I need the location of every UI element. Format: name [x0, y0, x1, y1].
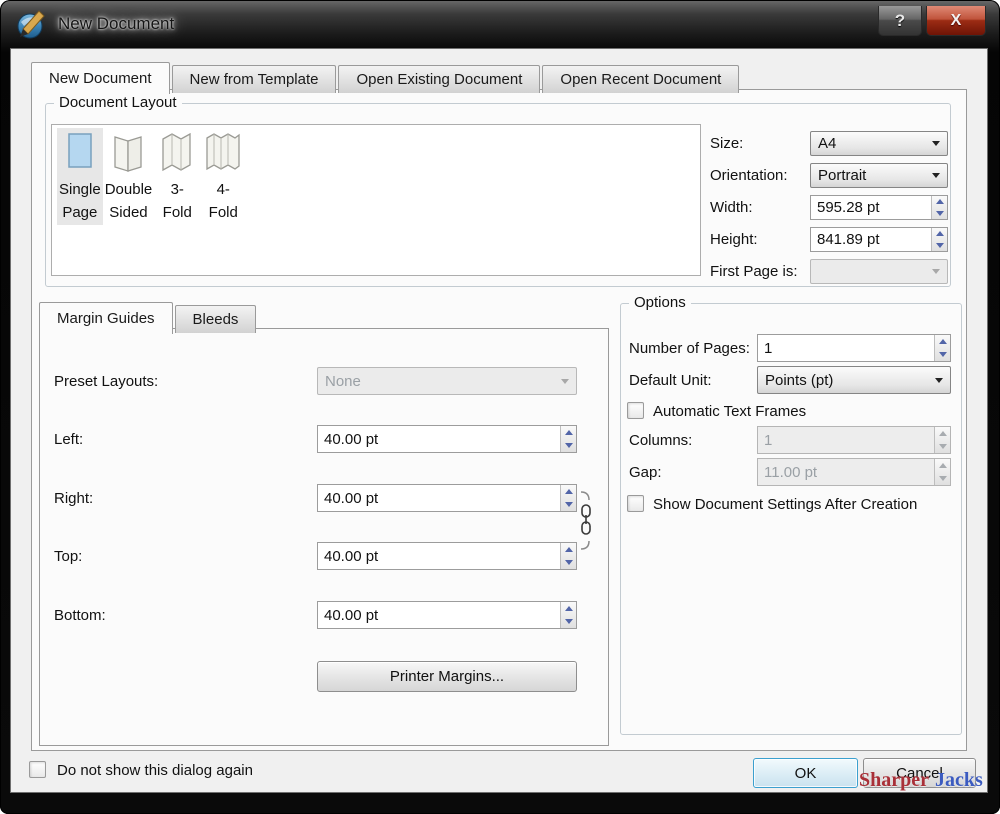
height-label: Height:: [710, 231, 810, 248]
spin-up-icon: [935, 427, 950, 440]
top-margin-label: Top:: [54, 548, 82, 565]
help-button[interactable]: ?: [878, 6, 922, 36]
spin-down-icon[interactable]: [561, 556, 576, 569]
tab-open-existing-document[interactable]: Open Existing Document: [338, 65, 540, 93]
preset-layouts-label: Preset Layouts:: [54, 373, 158, 390]
spin-up-icon[interactable]: [932, 228, 947, 240]
dialog-client-area: New Document New from Template Open Exis…: [10, 48, 988, 793]
ok-button[interactable]: OK: [753, 758, 858, 788]
gap-spinbox: 11.00 pt: [757, 458, 951, 486]
top-margin-spinbox[interactable]: 40.00 pt: [317, 542, 577, 570]
preset-layouts-combo: None: [317, 367, 577, 395]
title-bar[interactable]: New Document ? X: [0, 0, 1000, 48]
spin-down-icon[interactable]: [561, 498, 576, 511]
chevron-down-icon: [935, 378, 943, 383]
right-margin-label: Right:: [54, 490, 93, 507]
main-tab-bar: New Document New from Template Open Exis…: [31, 62, 741, 93]
left-margin-label: Left:: [54, 431, 83, 448]
tab-margin-guides[interactable]: Margin Guides: [39, 302, 173, 334]
chevron-down-icon: [561, 379, 569, 384]
first-page-label: First Page is:: [710, 263, 810, 280]
spin-up-icon[interactable]: [935, 335, 950, 348]
options-group: Options Number of Pages: 1 Default Unit:…: [620, 303, 962, 735]
default-unit-label: Default Unit:: [629, 372, 712, 389]
chevron-down-icon: [932, 141, 940, 146]
size-label: Size:: [710, 135, 810, 152]
spin-up-icon[interactable]: [561, 602, 576, 615]
document-layout-legend: Document Layout: [54, 94, 182, 111]
scribus-app-icon: [16, 10, 48, 40]
orientation-label: Orientation:: [710, 167, 810, 184]
document-layout-group: Document Layout Single Page: [45, 103, 951, 287]
close-icon: X: [951, 12, 962, 30]
layout-item-3-fold[interactable]: 3- Fold: [154, 128, 200, 225]
tab-new-from-template[interactable]: New from Template: [172, 65, 337, 93]
spin-up-icon[interactable]: [932, 196, 947, 208]
dialog-window: New Document ? X New Document New from T…: [0, 0, 1000, 814]
default-unit-combo[interactable]: Points (pt): [757, 366, 951, 394]
link-margins-icon[interactable]: [577, 489, 595, 553]
automatic-text-frames-label: Automatic Text Frames: [653, 403, 806, 420]
spin-down-icon[interactable]: [561, 439, 576, 452]
close-button[interactable]: X: [926, 6, 986, 36]
three-fold-icon: [156, 129, 198, 179]
bottom-margin-label: Bottom:: [54, 607, 106, 624]
options-legend: Options: [629, 294, 691, 311]
show-document-settings-label: Show Document Settings After Creation: [653, 496, 917, 513]
margin-guides-panel: Preset Layouts: None Left: 40.00 pt Righ…: [39, 328, 609, 746]
size-combo[interactable]: A4: [810, 131, 948, 156]
width-label: Width:: [710, 199, 810, 216]
dont-show-again-label: Do not show this dialog again: [57, 762, 253, 779]
spin-down-icon[interactable]: [561, 615, 576, 628]
tab-new-document[interactable]: New Document: [31, 62, 170, 94]
number-of-pages-label: Number of Pages:: [629, 340, 750, 357]
new-document-tab-panel: Document Layout Single Page: [31, 89, 967, 751]
layout-item-single-page[interactable]: Single Page: [57, 128, 103, 225]
window-title: New Document: [58, 14, 174, 34]
left-margin-spinbox[interactable]: 40.00 pt: [317, 425, 577, 453]
layout-item-4-fold[interactable]: 4- Fold: [200, 128, 246, 225]
spin-up-icon: [935, 459, 950, 472]
right-margin-spinbox[interactable]: 40.00 pt: [317, 484, 577, 512]
height-spinbox[interactable]: 841.89 pt: [810, 227, 948, 252]
spin-down-icon[interactable]: [935, 348, 950, 361]
automatic-text-frames-checkbox[interactable]: [627, 402, 644, 419]
chevron-down-icon: [932, 173, 940, 178]
number-of-pages-spinbox[interactable]: 1: [757, 334, 951, 362]
spin-up-icon[interactable]: [561, 543, 576, 556]
spin-up-icon[interactable]: [561, 485, 576, 498]
help-icon: ?: [895, 11, 905, 31]
spin-down-icon: [935, 472, 950, 485]
spin-down-icon[interactable]: [932, 240, 947, 252]
page-layout-list: Single Page Double Sided: [51, 124, 701, 276]
width-spinbox[interactable]: 595.28 pt: [810, 195, 948, 220]
bottom-margin-spinbox[interactable]: 40.00 pt: [317, 601, 577, 629]
show-document-settings-checkbox[interactable]: [627, 495, 644, 512]
four-fold-icon: [202, 129, 244, 179]
layout-item-double-sided[interactable]: Double Sided: [103, 128, 155, 225]
cancel-button[interactable]: Cancel: [863, 758, 976, 788]
printer-margins-button[interactable]: Printer Margins...: [317, 661, 577, 692]
chevron-down-icon: [932, 269, 940, 274]
margin-tab-bar: Margin Guides Bleeds: [39, 302, 258, 333]
spin-up-icon[interactable]: [561, 426, 576, 439]
tab-open-recent-document[interactable]: Open Recent Document: [542, 65, 739, 93]
columns-label: Columns:: [629, 432, 692, 449]
spin-down-icon: [935, 440, 950, 453]
first-page-combo: [810, 259, 948, 284]
single-page-icon: [60, 129, 100, 179]
gap-label: Gap:: [629, 464, 662, 481]
orientation-combo[interactable]: Portrait: [810, 163, 948, 188]
spin-down-icon[interactable]: [932, 208, 947, 220]
dont-show-again-checkbox[interactable]: [29, 761, 46, 778]
tab-bleeds[interactable]: Bleeds: [175, 305, 257, 333]
columns-spinbox: 1: [757, 426, 951, 454]
double-sided-icon: [106, 129, 150, 179]
